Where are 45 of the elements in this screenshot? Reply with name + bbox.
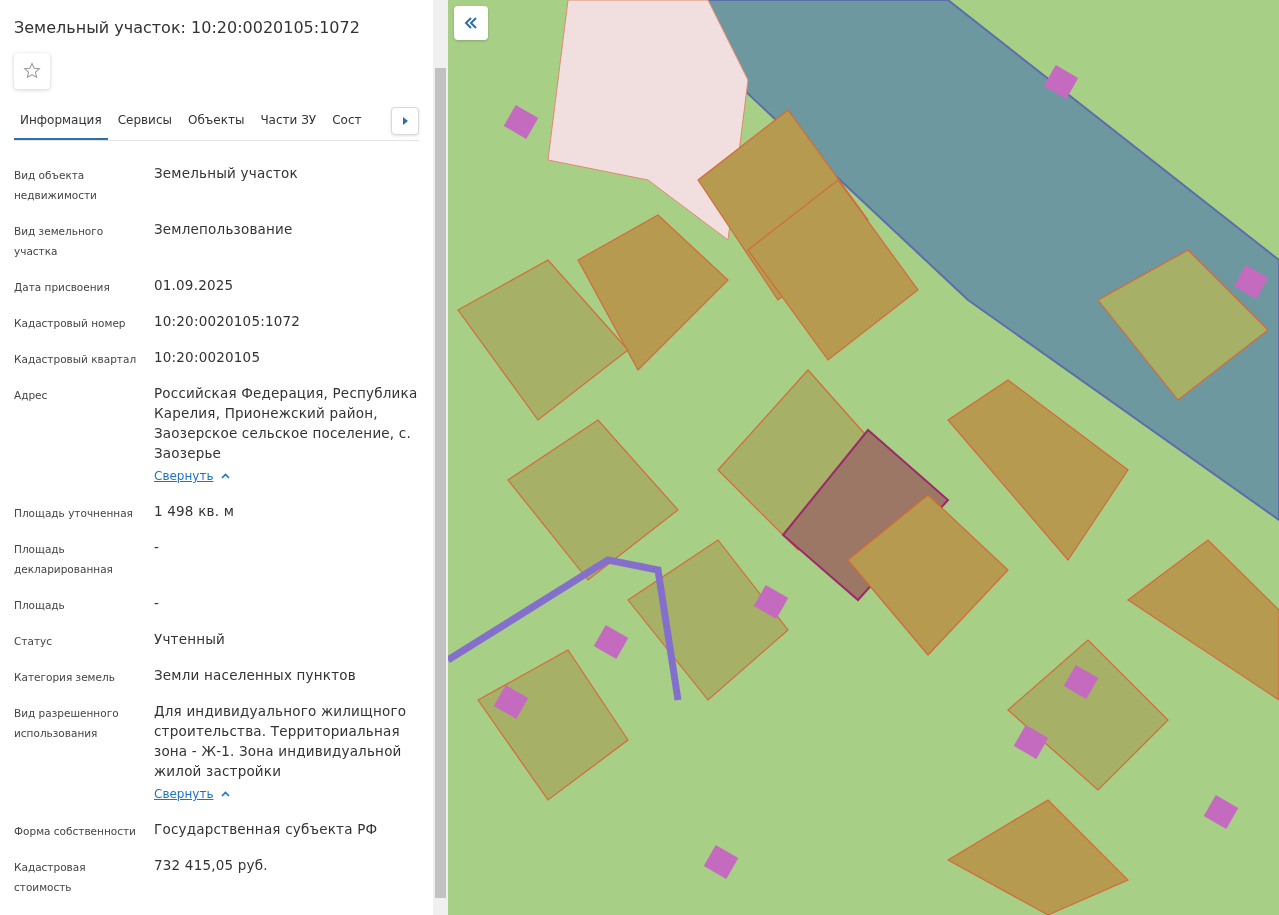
star-icon [23, 62, 41, 81]
field-value: Государственная субъекта РФ [154, 820, 378, 840]
field-label: Дата присвоения [14, 280, 111, 296]
field-label: Площадь уточненная [14, 506, 134, 522]
collapse-link[interactable]: Свернуть [154, 785, 231, 804]
tabs-scroll-button[interactable] [391, 107, 419, 136]
field-value: Землепользование [154, 220, 293, 240]
field-label: Площадь [14, 598, 66, 614]
field-value: Российская Федерация, Республика Карелия, Прионежский район, Заозерское сельское поселение, с. Заозерье [154, 384, 419, 464]
field-label: Форма собственности [14, 824, 137, 840]
field-value: Земли населенных пунктов [154, 666, 356, 686]
field-value: Земельный участок [154, 164, 298, 184]
tab[interactable]: Объекты [181, 107, 251, 141]
field-value: Для индивидуального жилищного строительства. Территориальная зона - Ж-1. Зона индивидуальной жилой застройки [154, 702, 408, 782]
favorite-button[interactable] [14, 53, 50, 90]
caret-right-icon [402, 117, 408, 126]
field-label: Вид объекта недвижимости [14, 168, 98, 204]
scrollbar[interactable] [433, 0, 448, 915]
field-value: 1 498 кв. м [154, 502, 235, 522]
field-label: Статус [14, 634, 53, 650]
double-chevron-left-icon [464, 17, 478, 29]
field-label: Площадь декларированная [14, 542, 114, 578]
field-value: - [154, 538, 160, 558]
field-value: 10:20:0020105:1072 [154, 312, 301, 332]
field-value: Учтенный [154, 630, 226, 650]
panel-title: Земельный участок: 10:20:0020105:1072 [14, 18, 361, 38]
chevron-up-icon [221, 791, 231, 798]
collapse-panel-button[interactable] [454, 6, 488, 40]
tab[interactable]: Части ЗУ [254, 107, 323, 141]
field-label: Вид разрешенного использования [14, 706, 120, 742]
field-label: Кадастровая стоимость [14, 860, 87, 896]
collapse-link[interactable]: Свернуть [154, 467, 231, 486]
field-label: Адрес [14, 388, 49, 404]
field-label: Кадастровый номер [14, 316, 127, 332]
tab[interactable]: Сервисы [111, 107, 178, 141]
field-value: 732 415,05 руб. [154, 856, 268, 876]
field-label: Кадастровый квартал [14, 352, 138, 368]
field-value: 01.09.2025 [154, 276, 234, 296]
field-label: Категория земель [14, 670, 116, 686]
chevron-up-icon [221, 473, 231, 480]
tab[interactable]: Сост [326, 107, 368, 141]
tab[interactable]: Информация [14, 107, 108, 141]
field-value: - [154, 594, 160, 614]
field-value: 10:20:0020105 [154, 348, 261, 368]
field-label: Вид земельного участка [14, 224, 105, 260]
